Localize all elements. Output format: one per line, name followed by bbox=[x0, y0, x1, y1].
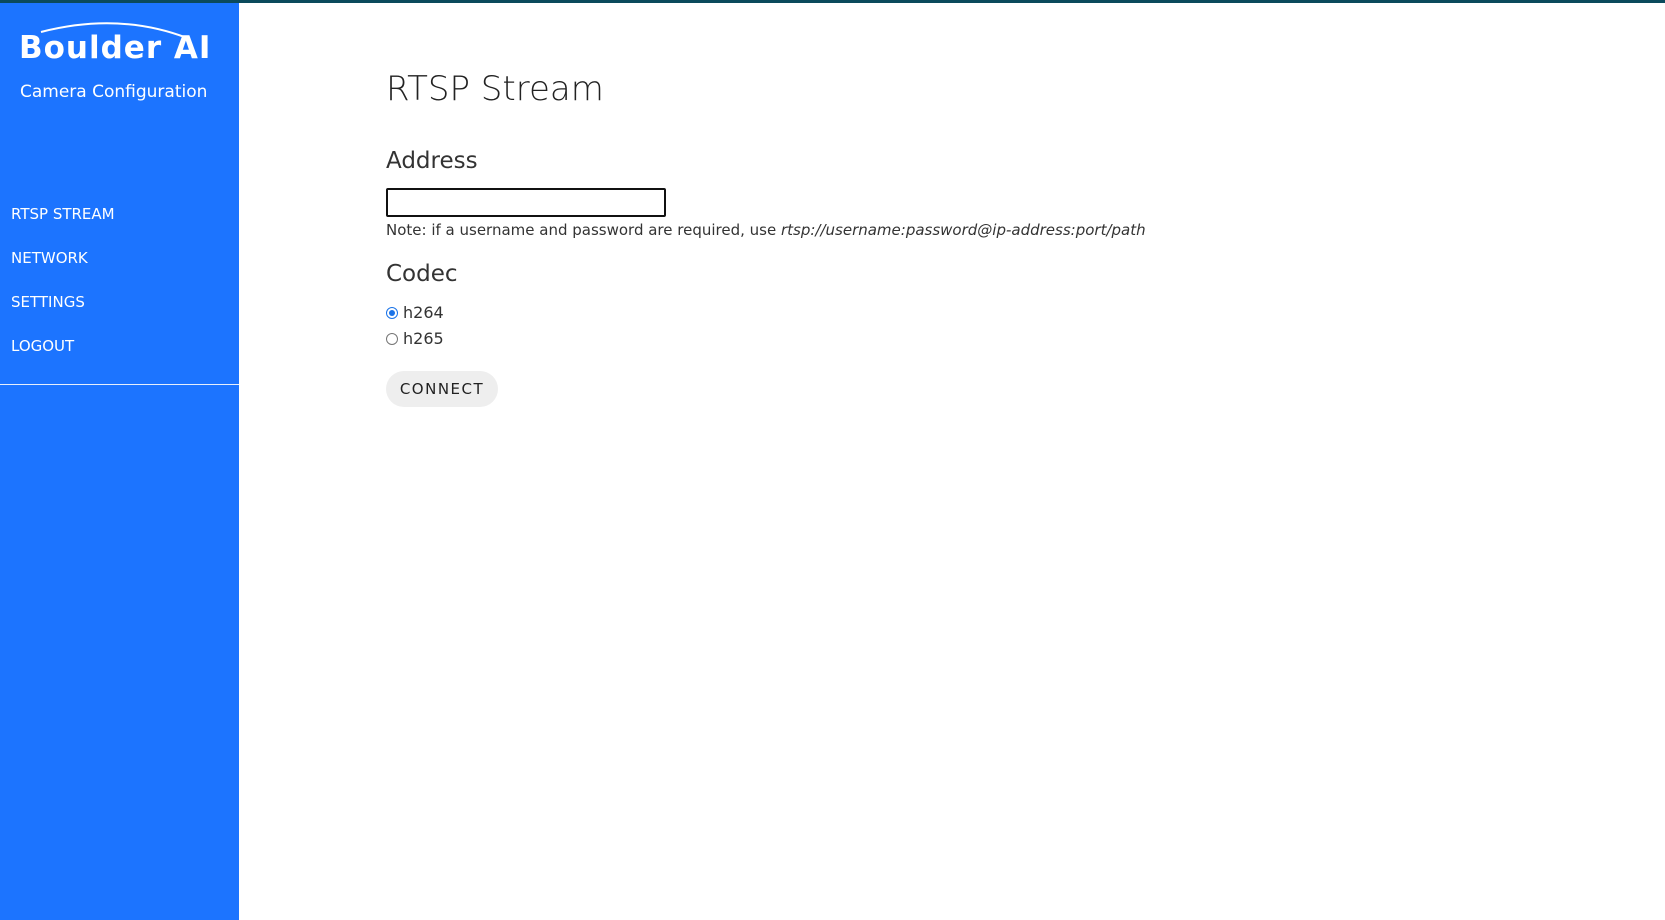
boulder-ai-logo: Boulder AI bbox=[19, 20, 212, 70]
sidebar-divider bbox=[0, 384, 239, 385]
codec-label: Codec bbox=[386, 261, 458, 287]
sidebar: Boulder AI Camera Configuration RTSP STR… bbox=[0, 3, 239, 920]
sidebar-item-settings[interactable]: SETTINGS bbox=[0, 287, 239, 331]
logo-text: Boulder AI bbox=[19, 30, 212, 66]
address-label: Address bbox=[386, 148, 478, 174]
address-note-text: Note: if a username and password are req… bbox=[386, 221, 781, 239]
codec-option-h265[interactable]: h265 bbox=[386, 329, 444, 348]
address-note-example: rtsp://username:password@ip-address:port… bbox=[780, 221, 1146, 239]
address-note: Note: if a username and password are req… bbox=[386, 221, 1146, 239]
codec-option-label: h265 bbox=[403, 329, 444, 348]
connect-button[interactable]: CONNECT bbox=[386, 371, 498, 407]
address-input[interactable] bbox=[386, 188, 666, 217]
page-title: RTSP Stream bbox=[386, 69, 604, 109]
sidebar-item-network[interactable]: NETWORK bbox=[0, 243, 239, 287]
sidebar-item-rtsp-stream[interactable]: RTSP STREAM bbox=[0, 199, 239, 243]
sidebar-nav: RTSP STREAM NETWORK SETTINGS LOGOUT bbox=[0, 199, 239, 375]
codec-option-h264[interactable]: h264 bbox=[386, 303, 444, 322]
radio-h264[interactable] bbox=[386, 306, 398, 319]
app-subtitle: Camera Configuration bbox=[20, 82, 208, 102]
app-window: Boulder AI Camera Configuration RTSP STR… bbox=[0, 0, 1665, 920]
radio-h265[interactable] bbox=[386, 332, 398, 345]
sidebar-item-logout[interactable]: LOGOUT bbox=[0, 331, 239, 375]
codec-option-label: h264 bbox=[403, 303, 444, 322]
